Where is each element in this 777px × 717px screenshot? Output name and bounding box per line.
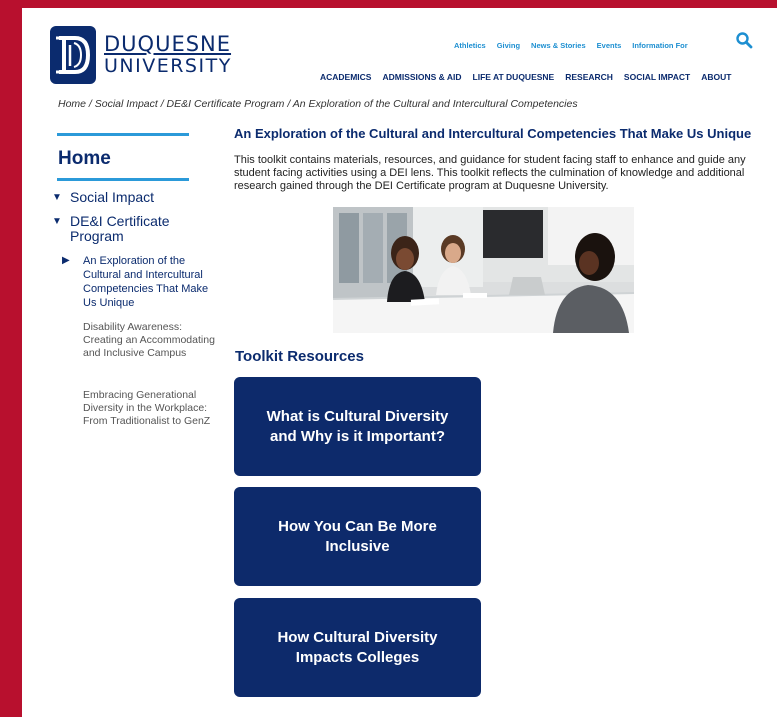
sidebar-link-disability-awareness[interactable]: Disability Awareness: Creating an Accomm… bbox=[83, 321, 217, 360]
search-icon[interactable] bbox=[735, 31, 753, 49]
sidebar-item-current-page[interactable]: ▶ An Exploration of the Cultural and Int… bbox=[62, 254, 218, 310]
nav-admissions-aid[interactable]: ADMISSIONS & AID bbox=[382, 72, 461, 82]
meeting-photo bbox=[333, 207, 634, 333]
logo-wordmark-line2: UNIVERSITY bbox=[104, 55, 232, 77]
resource-card-cultural-diversity[interactable]: What is Cultural Diversity and Why is it… bbox=[234, 377, 481, 476]
sidebar-item-dei-certificate[interactable]: ▼ DE&I Certificate Program bbox=[52, 214, 190, 244]
university-logo[interactable]: DUQUESNE UNIVERSITY bbox=[50, 26, 232, 84]
utility-nav: Athletics Giving News & Stories Events I… bbox=[454, 41, 699, 50]
breadcrumb[interactable]: Home / Social Impact / DE&I Certificate … bbox=[58, 98, 578, 110]
page: DUQUESNE UNIVERSITY Athletics Giving New… bbox=[22, 8, 777, 717]
page-title: An Exploration of the Cultural and Inter… bbox=[234, 126, 752, 141]
toolkit-heading: Toolkit Resources bbox=[235, 348, 364, 365]
nav-life-at-duquesne[interactable]: LIFE AT DUQUESNE bbox=[473, 72, 555, 82]
chevron-right-icon: ▶ bbox=[62, 255, 70, 266]
duquesne-logo-icon bbox=[50, 26, 96, 84]
sidebar-item-label: Social Impact bbox=[70, 189, 155, 205]
chevron-down-icon: ▼ bbox=[52, 192, 62, 203]
sidebar-link-generational-diversity[interactable]: Embracing Generational Diversity in the … bbox=[83, 389, 217, 428]
chevron-down-icon: ▼ bbox=[52, 216, 62, 227]
sidebar-item-label: DE&I Certificate Program bbox=[70, 213, 170, 244]
util-link-events[interactable]: Events bbox=[597, 41, 622, 50]
sidebar-item-social-impact[interactable]: ▼ Social Impact bbox=[52, 190, 154, 206]
resource-card-diversity-impacts-colleges[interactable]: How Cultural Diversity Impacts Colleges bbox=[234, 598, 481, 697]
nav-social-impact[interactable]: SOCIAL IMPACT bbox=[624, 72, 690, 82]
sidebar-item-label: An Exploration of the Cultural and Inter… bbox=[83, 255, 209, 309]
logo-wordmark-line1: DUQUESNE bbox=[104, 32, 232, 56]
util-link-news-stories[interactable]: News & Stories bbox=[531, 41, 586, 50]
util-link-athletics[interactable]: Athletics bbox=[454, 41, 486, 50]
sidebar-home-rule bbox=[57, 178, 189, 181]
sidebar-home-link[interactable]: Home bbox=[58, 148, 111, 170]
util-link-giving[interactable]: Giving bbox=[497, 41, 520, 50]
sidebar-top-rule bbox=[57, 133, 189, 136]
intro-paragraph: This toolkit contains materials, resourc… bbox=[234, 154, 746, 192]
main-nav: ACADEMICS ADMISSIONS & AID LIFE AT DUQUE… bbox=[320, 72, 731, 82]
resource-card-be-more-inclusive[interactable]: How You Can Be More Inclusive bbox=[234, 487, 481, 586]
nav-academics[interactable]: ACADEMICS bbox=[320, 72, 371, 82]
util-link-information-for[interactable]: Information For bbox=[632, 41, 687, 50]
nav-research[interactable]: RESEARCH bbox=[565, 72, 613, 82]
nav-about[interactable]: ABOUT bbox=[701, 72, 731, 82]
